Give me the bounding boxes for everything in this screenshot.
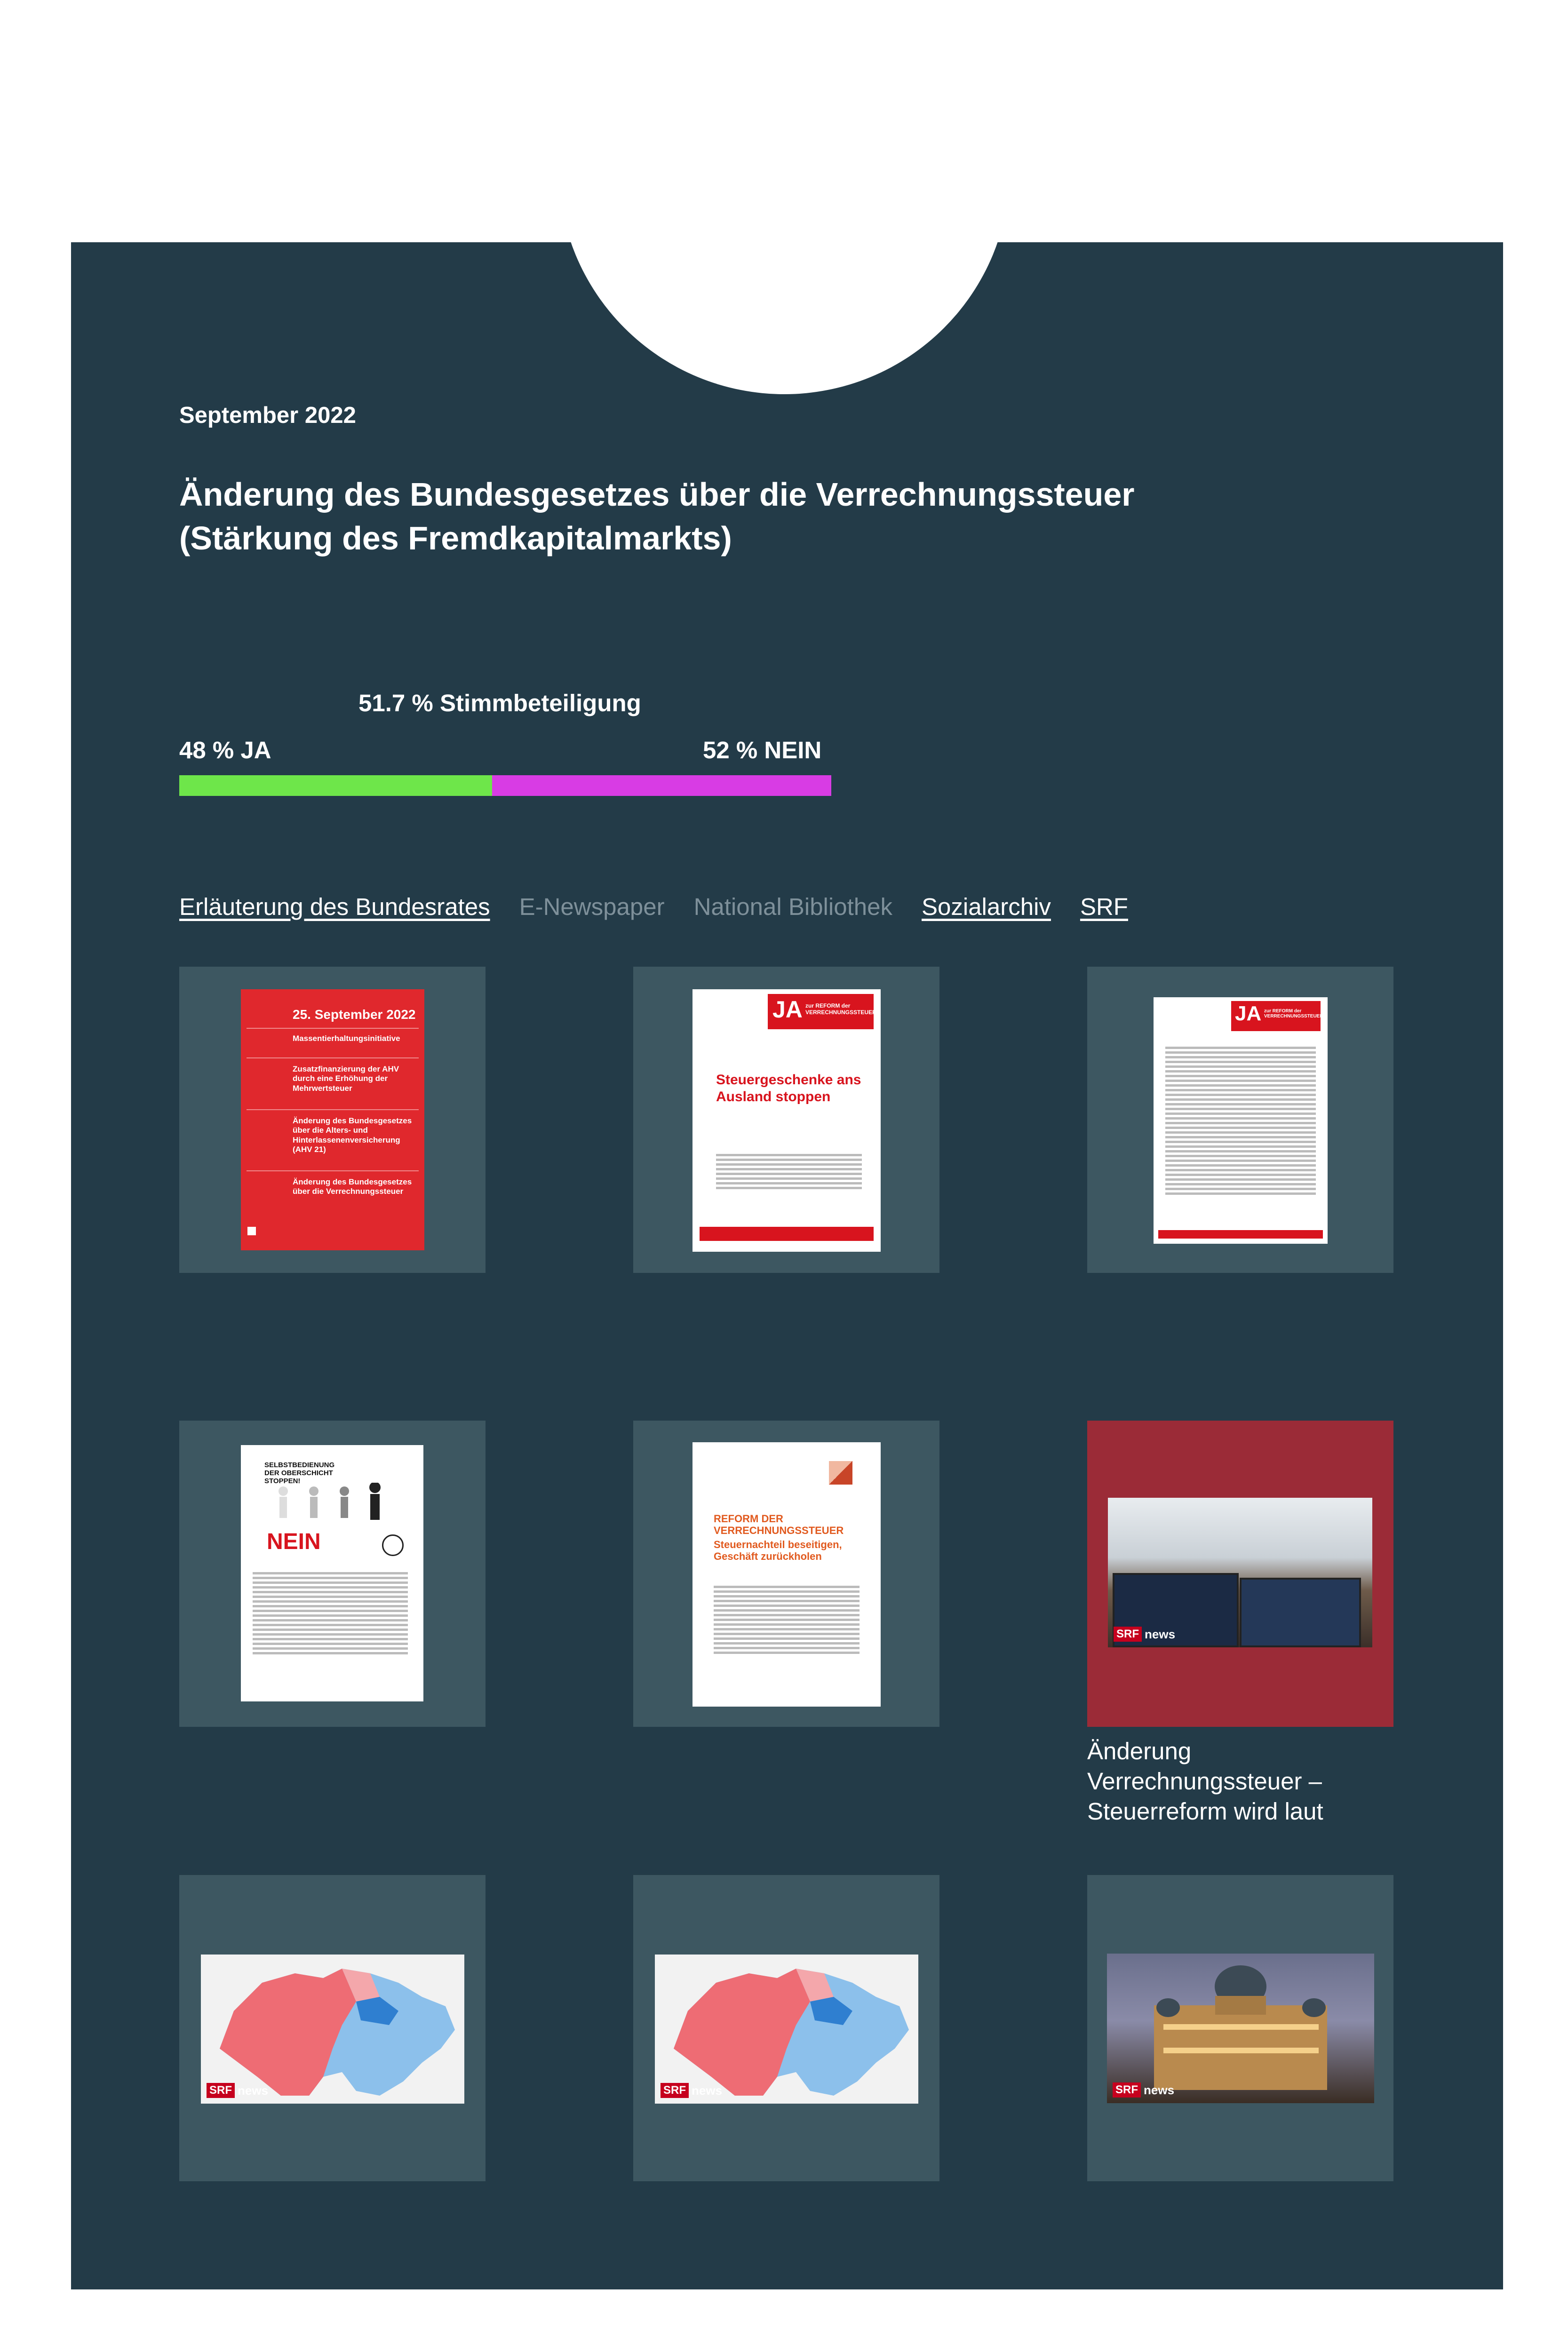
video-thumbnail: SRF news [1107, 1954, 1374, 2103]
map-tile-1[interactable]: SRF news [179, 1875, 486, 2181]
switzerland-map-icon [674, 1969, 909, 2096]
source-links: Erläuterung des Bundesrates E-Newspaper … [179, 893, 1128, 921]
map-tile-2[interactable]: SRF news [633, 1875, 939, 2181]
doc-date: 25. September 2022 [293, 1007, 416, 1022]
doc-banner: JA zur REFORM der VERRECHNUNGSSTEUER [768, 994, 876, 1029]
doc-item-4: Änderung des Bundesgesetzes über die Ver… [293, 1177, 412, 1196]
doc-thumbnail: SELBSTBEDIENUNG DER OBERSCHICHT STOPPEN!… [241, 1445, 423, 1701]
doc-body-text [714, 1583, 860, 1656]
video-caption: Änderung Verrechnungssteuer – Steuerrefo… [1087, 1738, 1323, 1825]
doc-tile-reform-flyer[interactable]: REFORM DER VERRECHNUNGSSTEUER Steuernach… [633, 1421, 939, 1727]
doc-banner: JA zur REFORM der VERRECHNUNGSSTEUER [1231, 1001, 1323, 1031]
doc-headline: REFORM DER VERRECHNUNGSSTEUER [714, 1513, 844, 1537]
photo-tile-bundeshaus[interactable]: SRF news [1087, 1875, 1393, 2181]
link-e-newspaper[interactable]: E-Newspaper [519, 893, 665, 921]
link-erlaeuterung[interactable]: Erläuterung des Bundesrates [179, 893, 490, 921]
doc-body-text [716, 1152, 862, 1192]
video-tile-srf[interactable]: SRF news [1087, 1421, 1393, 1727]
switzerland-map-icon [220, 1969, 455, 2096]
doc-tile-erlaeuterung[interactable]: 25. September 2022 Massentierhaltungsini… [179, 967, 486, 1273]
turnout-label: 51.7 % Stimmbeteiligung [358, 690, 641, 716]
video-thumbnail: SRF news [1108, 1498, 1372, 1647]
runners-icon [279, 1483, 381, 1520]
link-national-bibliothek[interactable]: National Bibliothek [694, 893, 892, 921]
logo-icon [382, 1534, 404, 1556]
doc-thumbnail: 25. September 2022 Massentierhaltungsini… [241, 989, 424, 1250]
srf-news-logo: SRF news [661, 2083, 722, 2098]
doc-thumbnail: REFORM DER VERRECHNUNGSSTEUER Steuernach… [692, 1442, 881, 1707]
doc-tile-ja-flyer[interactable]: JA zur REFORM der VERRECHNUNGSSTEUER Ste… [633, 967, 939, 1273]
doc-item-3: Änderung des Bundesgesetzes über die Alt… [293, 1116, 412, 1154]
doc-item-1: Massentierhaltungsinitiative [293, 1034, 400, 1043]
ja-label: 48 % JA [179, 737, 271, 763]
swiss-cross-icon [247, 1227, 256, 1235]
result-bar-ja [179, 775, 493, 796]
doc-body-text [253, 1570, 408, 1657]
doc-item-2: Zusatzfinanzierung der AHV durch eine Er… [293, 1065, 399, 1093]
result-bar [179, 775, 831, 796]
srf-news-logo: SRF news [1113, 2082, 1174, 2098]
vote-title: Änderung des Bundesgesetzes über die Ver… [179, 476, 1135, 557]
bundeshaus-icon [1154, 1965, 1327, 2090]
doc-tile-ja-text[interactable]: JA zur REFORM der VERRECHNUNGSSTEUER [1087, 967, 1393, 1273]
link-srf[interactable]: SRF [1080, 893, 1128, 921]
link-sozialarchiv[interactable]: Sozialarchiv [922, 893, 1051, 921]
doc-subhead: Steuernachteil beseitigen, Geschäft zurü… [714, 1539, 842, 1563]
doc-headline: SELBSTBEDIENUNG DER OBERSCHICHT STOPPEN! [264, 1461, 335, 1485]
doc-thumbnail: JA zur REFORM der VERRECHNUNGSSTEUER Ste… [692, 989, 881, 1252]
nein-label: 52 % NEIN [703, 737, 822, 763]
doc-tile-nein-flyer[interactable]: SELBSTBEDIENUNG DER OBERSCHICHT STOPPEN!… [179, 1421, 486, 1727]
doc-headline: Steuergeschenke ans Ausland stoppen [716, 1072, 861, 1104]
vote-date: September 2022 [179, 403, 356, 428]
srf-news-logo: SRF news [207, 2083, 268, 2098]
map-thumbnail: SRF news [201, 1955, 464, 2104]
map-thumbnail: SRF news [655, 1955, 918, 2104]
doc-thumbnail: JA zur REFORM der VERRECHNUNGSSTEUER [1154, 997, 1328, 1244]
result-bar-nein [492, 775, 831, 796]
srf-news-logo: SRF news [1114, 1627, 1175, 1642]
doc-nein: NEIN [267, 1529, 321, 1554]
logo-icon [829, 1461, 852, 1485]
doc-body-text [1165, 1044, 1316, 1197]
